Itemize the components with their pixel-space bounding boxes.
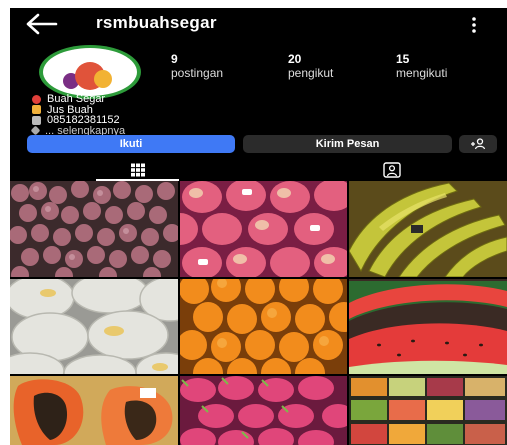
- avatar-orange-shape: [94, 70, 112, 88]
- stat-posts-value: 9: [171, 52, 178, 66]
- profile-username: rsmbuahsegar: [96, 13, 217, 32]
- stat-following-label: mengikuti: [396, 66, 448, 80]
- add-person-icon: [471, 138, 486, 150]
- bio-text: 085182381152: [47, 114, 120, 126]
- post-red-grapes[interactable]: [10, 181, 178, 277]
- follow-button-label: Ikuti: [119, 138, 143, 150]
- post-fruit-stall[interactable]: [349, 376, 507, 445]
- posts-grid: [10, 181, 507, 445]
- avatar[interactable]: [39, 45, 141, 99]
- tab-tagged[interactable]: [350, 159, 433, 181]
- more-options-icon[interactable]: [466, 15, 482, 35]
- post-papaya[interactable]: [10, 376, 178, 445]
- apple-emoji-icon: [32, 94, 41, 104]
- top-bar: rsmbuahsegar: [10, 8, 507, 42]
- stat-followers-label: pengikut: [288, 66, 334, 80]
- bio-line-phone: 085182381152: [32, 115, 125, 126]
- profile-tabs: [10, 159, 507, 181]
- post-dragon-fruit[interactable]: [180, 376, 347, 445]
- juice-emoji-icon: [32, 105, 41, 115]
- stat-followers-value: 20: [288, 52, 302, 66]
- stat-posts-label: postingan: [171, 66, 224, 80]
- message-button[interactable]: Kirim Pesan: [243, 135, 452, 153]
- stat-followers[interactable]: 20 pengikut: [288, 52, 333, 80]
- phone-emoji-icon: [32, 115, 41, 125]
- post-apples[interactable]: [180, 181, 347, 277]
- stat-following-value: 15: [396, 52, 410, 66]
- grid-icon: [130, 163, 145, 177]
- profile-screen: rsmbuahsegar 9 postingan 20 pengikut 15 …: [10, 8, 507, 445]
- stat-posts[interactable]: 9 postingan: [171, 52, 223, 80]
- post-bananas[interactable]: [349, 181, 507, 277]
- profile-bio: Buah Segar Jus Buah 085182381152 ... sel…: [30, 94, 125, 136]
- message-button-label: Kirim Pesan: [315, 138, 380, 150]
- suggest-user-button[interactable]: [459, 135, 497, 153]
- back-arrow-icon[interactable]: [24, 10, 60, 38]
- follow-button[interactable]: Ikuti: [27, 135, 235, 153]
- bio-line-fruit: Buah Segar: [32, 94, 125, 105]
- tagged-person-icon: [382, 162, 401, 178]
- stat-following[interactable]: 15 mengikuti: [396, 52, 447, 80]
- bio-text: Buah Segar: [47, 93, 106, 105]
- post-oranges[interactable]: [180, 279, 347, 374]
- post-watermelon[interactable]: [349, 279, 507, 374]
- post-melons-netted[interactable]: [10, 279, 178, 374]
- tab-posts-grid[interactable]: [96, 159, 179, 181]
